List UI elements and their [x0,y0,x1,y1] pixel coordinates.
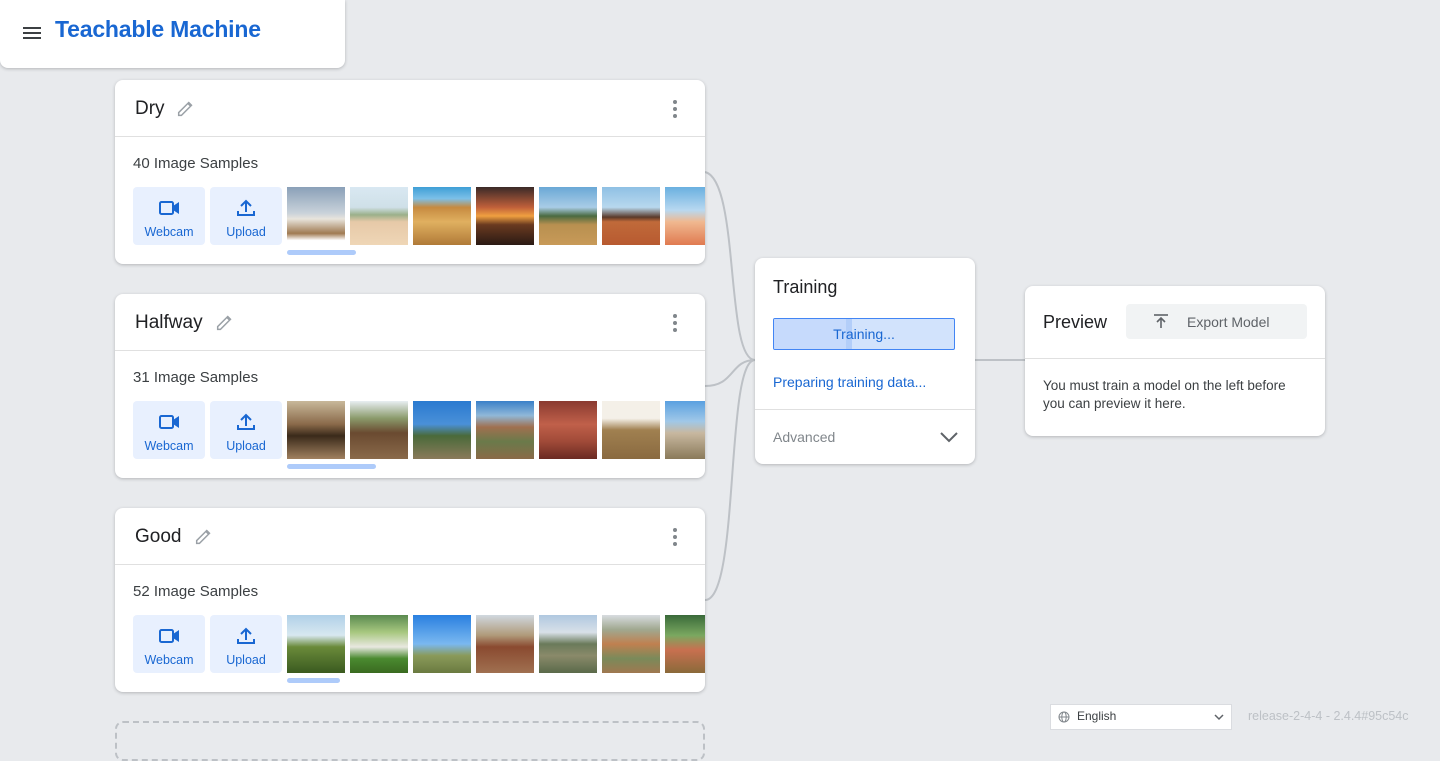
class-name[interactable]: Dry [135,98,165,120]
sample-count: 52 Image Samples [133,583,259,600]
sample-thumbnail[interactable] [665,187,705,245]
sample-thumbnail[interactable] [476,187,534,245]
sample-thumbnail[interactable] [287,615,345,673]
class-card-header: Halfway [115,294,705,351]
upload-label: Upload [226,439,266,453]
class-card-good: Good 52 Image Samples Webcam Upload [115,508,705,692]
sample-thumbnail[interactable] [413,615,471,673]
upload-label: Upload [226,653,266,667]
upload-label: Upload [226,225,266,239]
sample-thumbnail[interactable] [476,615,534,673]
export-icon [1154,314,1168,328]
sample-thumbnails [287,401,705,459]
upload-button[interactable]: Upload [210,401,282,459]
sample-thumbnail[interactable] [602,615,660,673]
app-title: Teachable Machine [55,16,261,42]
sample-thumbnail[interactable] [287,187,345,245]
training-card: Training Training... Preparing training … [755,258,975,464]
webcam-button[interactable]: Webcam [133,187,205,245]
upload-icon [237,413,255,430]
app-header: Teachable Machine [0,0,345,68]
preview-title: Preview [1043,312,1108,332]
sample-thumbnail[interactable] [602,187,660,245]
sample-thumbnail[interactable] [539,615,597,673]
sample-thumbnail[interactable] [350,187,408,245]
webcam-button[interactable]: Webcam [133,401,205,459]
hamburger-menu-icon[interactable] [20,22,44,46]
sample-thumbnail[interactable] [413,401,471,459]
more-options-icon[interactable] [669,526,681,548]
edit-pencil-icon[interactable] [214,311,236,333]
advanced-toggle[interactable]: Advanced [773,429,835,445]
class-name[interactable]: Good [135,526,181,548]
train-model-button[interactable]: Training... [773,318,955,350]
sample-thumbnail[interactable] [602,401,660,459]
divider [1025,358,1325,359]
class-name[interactable]: Halfway [135,312,203,334]
sample-thumbnails [287,615,705,673]
class-card-header: Dry [115,80,705,137]
thumbnail-scrollbar[interactable] [287,678,340,683]
thumbnail-scrollbar[interactable] [287,250,356,255]
edit-pencil-icon[interactable] [175,97,197,119]
training-status: Preparing training data... [773,374,927,390]
language-select[interactable]: English [1050,704,1232,730]
export-label: Export Model [1187,314,1270,330]
edit-pencil-icon[interactable] [193,525,215,547]
sample-count: 40 Image Samples [133,155,259,172]
train-button-label: Training... [833,326,895,342]
sample-thumbnail[interactable] [350,615,408,673]
class-card-header: Good [115,508,705,565]
webcam-icon [159,201,179,215]
webcam-label: Webcam [144,653,194,667]
sample-thumbnail[interactable] [350,401,408,459]
sample-count: 31 Image Samples [133,369,259,386]
webcam-label: Webcam [144,225,194,239]
sample-thumbnail[interactable] [665,615,705,673]
sample-thumbnail[interactable] [476,401,534,459]
sample-thumbnail[interactable] [539,401,597,459]
sample-thumbnail[interactable] [413,187,471,245]
class-card-dry: Dry 40 Image Samples Webcam Upload [115,80,705,264]
chevron-down-icon[interactable] [939,430,959,444]
sample-thumbnail[interactable] [287,401,345,459]
preview-message: You must train a model on the left befor… [1043,378,1286,411]
release-version: release-2-4-4 - 2.4.4#95c54c [1248,709,1409,723]
webcam-button[interactable]: Webcam [133,615,205,673]
webcam-icon [159,629,179,643]
divider [755,409,975,410]
globe-icon [1058,711,1070,723]
chevron-down-icon [1214,714,1224,721]
upload-button[interactable]: Upload [210,187,282,245]
add-class-button[interactable] [115,721,705,761]
sample-thumbnails [287,187,705,245]
language-label: English [1077,709,1117,723]
sample-thumbnail[interactable] [665,401,705,459]
training-title: Training [773,277,838,297]
class-card-halfway: Halfway 31 Image Samples Webcam Upload [115,294,705,478]
upload-icon [237,627,255,644]
preview-card: Preview Export Model You must train a mo… [1025,286,1325,436]
webcam-icon [159,415,179,429]
webcam-label: Webcam [144,439,194,453]
upload-icon [237,199,255,216]
sample-thumbnail[interactable] [539,187,597,245]
export-model-button[interactable]: Export Model [1126,304,1307,339]
upload-button[interactable]: Upload [210,615,282,673]
more-options-icon[interactable] [669,98,681,120]
thumbnail-scrollbar[interactable] [287,464,376,469]
more-options-icon[interactable] [669,312,681,334]
